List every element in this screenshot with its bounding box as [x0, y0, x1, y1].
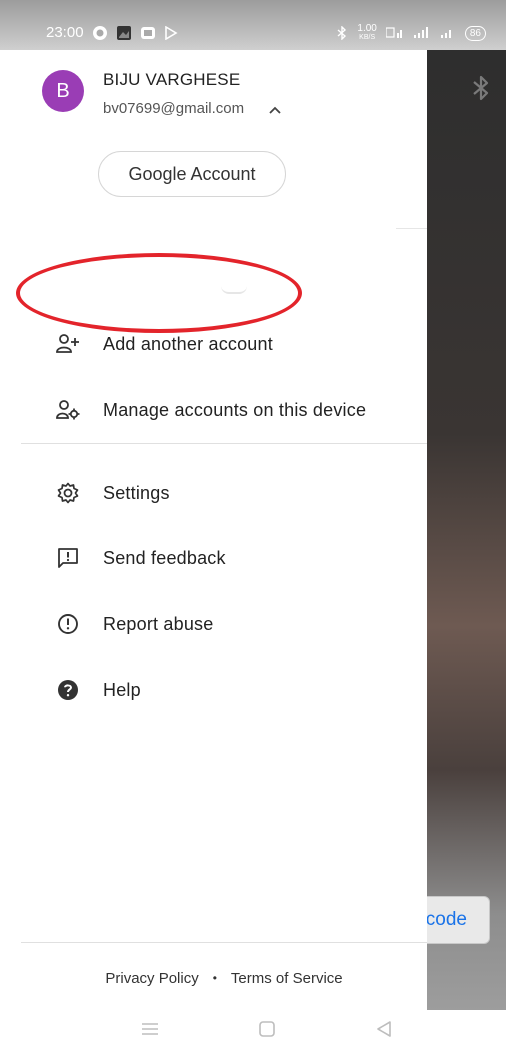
play-store-icon	[164, 25, 178, 40]
back-icon[interactable]	[375, 1020, 393, 1043]
signal-icon-sim2	[440, 27, 456, 39]
status-bar: 23:00 1.00 KB/S 86	[0, 0, 506, 50]
menu-label-send-feedback: Send feedback	[103, 547, 226, 568]
menu-label-help: Help	[103, 679, 141, 700]
volte-icon	[385, 27, 404, 39]
network-speed: 1.00 KB/S	[357, 23, 377, 42]
google-account-button[interactable]: Google Account	[98, 151, 286, 197]
privacy-policy-link[interactable]: Privacy Policy	[105, 970, 198, 987]
account-drawer: B BIJU VARGHESE bv07699@gmail.com Google…	[21, 50, 427, 1010]
gallery-icon	[116, 25, 132, 41]
menu-item-add-account[interactable]: Add another account	[21, 317, 427, 371]
menu-label-manage-accounts: Manage accounts on this device	[103, 399, 367, 420]
help-icon	[55, 677, 81, 703]
status-time: 23:00	[46, 24, 84, 41]
home-icon[interactable]	[258, 1020, 276, 1043]
chevron-up-icon[interactable]	[268, 102, 282, 120]
divider	[21, 942, 427, 943]
account-email[interactable]: bv07699@gmail.com	[103, 100, 244, 117]
menu-label-report-abuse: Report abuse	[103, 613, 214, 634]
background-screen[interactable]	[427, 50, 506, 1010]
menu-item-manage-accounts[interactable]: Manage accounts on this device	[21, 383, 427, 437]
gear-icon	[55, 480, 81, 506]
avatar[interactable]: B	[42, 70, 84, 112]
divider	[21, 443, 427, 444]
bluetooth-status-icon	[336, 26, 348, 40]
menu-item-send-feedback[interactable]: Send feedback	[21, 531, 427, 585]
manage-accounts-icon	[55, 397, 81, 423]
menu-item-help[interactable]: Help	[21, 663, 427, 717]
add-person-icon	[55, 331, 81, 357]
app-notification-icon	[140, 25, 156, 41]
feedback-icon	[55, 545, 81, 571]
divider	[396, 228, 427, 229]
report-icon	[55, 611, 81, 637]
terms-of-service-link[interactable]: Terms of Service	[231, 970, 343, 987]
signal-icon-sim1	[413, 27, 431, 39]
whatsapp-icon	[92, 25, 108, 41]
recents-menu-icon[interactable]	[140, 1020, 160, 1043]
battery-indicator: 86	[464, 25, 486, 41]
scroll-fade	[221, 286, 247, 294]
navigation-bar	[0, 1010, 506, 1049]
bluetooth-icon	[470, 74, 492, 107]
menu-item-settings[interactable]: Settings	[21, 466, 427, 520]
menu-label-add-account: Add another account	[103, 333, 273, 354]
menu-label-settings: Settings	[103, 482, 170, 503]
footer: Privacy Policy • Terms of Service	[21, 955, 427, 1001]
menu-item-report-abuse[interactable]: Report abuse	[21, 597, 427, 651]
account-name: BIJU VARGHESE	[103, 70, 241, 89]
footer-separator: •	[212, 971, 217, 985]
